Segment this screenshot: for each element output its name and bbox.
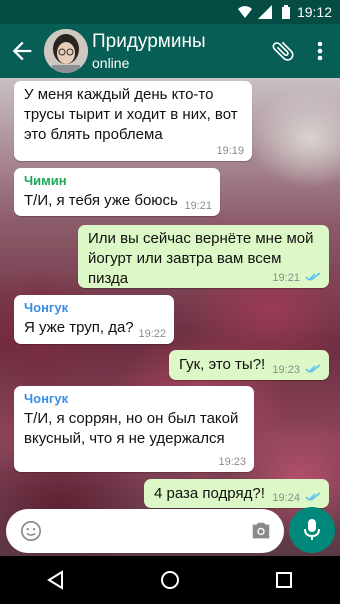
message-bubble-incoming[interactable]: У меня каждый день кто-то трусы тырит и … xyxy=(14,81,252,161)
arrow-left-icon[interactable] xyxy=(8,37,36,65)
chat-area[interactable]: У меня каждый день кто-то трусы тырит и … xyxy=(0,78,340,556)
more-vert-icon[interactable] xyxy=(312,38,328,64)
message-meta: 19:21 xyxy=(272,272,321,285)
message-time: 19:21 xyxy=(184,200,212,212)
nav-back-icon[interactable] xyxy=(46,570,66,590)
chat-status: online xyxy=(92,55,130,71)
message-meta: 19:23 xyxy=(272,364,321,377)
sender-name: Чонгук xyxy=(24,300,69,315)
nav-recents-icon[interactable] xyxy=(274,570,294,590)
system-nav-bar xyxy=(0,556,340,604)
sender-name: Чимин xyxy=(24,173,67,188)
status-time: 19:12 xyxy=(296,4,332,20)
message-text: Т/И, я тебя уже боюсь xyxy=(24,192,178,209)
message-bubble-incoming[interactable]: Чимин Т/И, я тебя уже боюсь 19:21 xyxy=(14,168,220,216)
message-time: 19:21 xyxy=(272,272,300,284)
message-time: 19:23 xyxy=(272,364,300,376)
message-bubble-incoming[interactable]: Чонгук Я уже труп, да? 19:22 xyxy=(14,295,174,344)
paperclip-icon[interactable] xyxy=(270,38,296,64)
emoji-icon[interactable] xyxy=(20,520,42,542)
chat-header: Придурмины online xyxy=(0,24,340,78)
sender-name: Чонгук xyxy=(24,391,69,406)
message-input[interactable] xyxy=(6,509,284,553)
message-time: 19:22 xyxy=(138,328,166,340)
message-bubble-outgoing[interactable]: Гук, это ты?! 19:23 xyxy=(169,350,329,380)
message-text: У меня каждый день кто-то трусы тырит и … xyxy=(24,86,238,143)
signal-icon xyxy=(258,5,272,19)
double-check-icon xyxy=(305,492,321,502)
wifi-icon xyxy=(238,6,252,18)
message-time: 19:24 xyxy=(272,492,300,504)
message-bubble-incoming[interactable]: Чонгук Т/И, я соррян, но он был такой вк… xyxy=(14,386,254,472)
mic-button[interactable] xyxy=(289,507,335,553)
status-bar: 19:12 xyxy=(0,0,340,24)
double-check-icon xyxy=(305,272,321,282)
message-bubble-outgoing[interactable]: Или вы сейчас вернёте мне мой йогурт или… xyxy=(78,225,329,288)
chat-title[interactable]: Придурмины xyxy=(92,31,206,53)
message-meta: 19:24 xyxy=(272,492,321,505)
message-text: Т/И, я соррян, но он был такой вкусный, … xyxy=(24,410,239,447)
camera-icon[interactable] xyxy=(250,520,272,542)
message-bubble-outgoing[interactable]: 4 раза подряд?! 19:24 xyxy=(144,479,329,508)
double-check-icon xyxy=(305,364,321,374)
mic-icon xyxy=(304,519,320,540)
avatar[interactable] xyxy=(44,29,88,73)
message-time: 19:23 xyxy=(218,456,246,468)
message-time: 19:19 xyxy=(216,145,244,157)
nav-home-icon[interactable] xyxy=(160,570,180,590)
battery-icon xyxy=(282,5,290,19)
